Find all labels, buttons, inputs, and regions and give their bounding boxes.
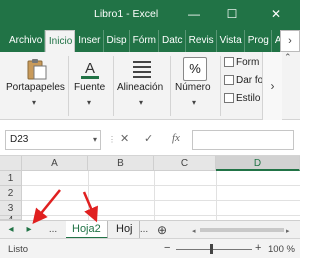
group-label-alineacion: Alineación xyxy=(117,82,164,93)
tab-disposicion[interactable]: Disp xyxy=(104,30,130,52)
conditional-format-label: Form xyxy=(236,57,260,68)
column-header-a[interactable]: A xyxy=(22,156,88,171)
conditional-format-item[interactable]: Form xyxy=(224,57,259,68)
sheet-next-button[interactable]: ▸ xyxy=(22,221,36,239)
tab-archivo[interactable]: Archivo xyxy=(0,30,45,52)
column-gridline xyxy=(216,171,217,220)
horizontal-scrollbar[interactable]: ◂ ▸ xyxy=(190,225,294,235)
ribbon-divider xyxy=(113,56,114,116)
tab-formulas[interactable]: Fórm xyxy=(130,30,159,52)
drag-handle-icon[interactable]: ⋮ xyxy=(108,135,116,144)
sheet-more-right-button[interactable]: ... xyxy=(136,221,152,239)
group-portapapeles[interactable]: Portapapeles ▾ xyxy=(4,52,68,120)
chevron-up-icon[interactable]: ⌃ xyxy=(284,52,292,63)
cancel-icon[interactable]: ✕ xyxy=(120,132,129,145)
format-as-table-label: Dar fo xyxy=(236,75,264,86)
chevron-down-icon: ▾ xyxy=(32,98,37,107)
group-label-portapapeles: Portapapeles xyxy=(6,82,65,93)
row-header-2[interactable]: 2 xyxy=(0,186,22,201)
enter-icon[interactable]: ✓ xyxy=(144,132,153,145)
column-header-b[interactable]: B xyxy=(88,156,154,171)
percent-icon: % xyxy=(183,57,207,81)
formula-bar: D23 ▾ ⋮ ✕ ✓ fx xyxy=(0,120,300,156)
clipboard-icon xyxy=(27,59,47,80)
zoom-out-button[interactable]: − xyxy=(164,242,170,254)
cell-styles-label: Estilo xyxy=(236,93,261,104)
sheet-prev-button[interactable]: ◂ xyxy=(4,221,18,239)
chevron-down-icon: ▾ xyxy=(87,98,92,107)
title-bar: Libro1 - Excel — ☐ ✕ xyxy=(0,0,300,30)
close-button[interactable]: ✕ xyxy=(268,6,284,22)
svg-text:▸: ▸ xyxy=(286,227,290,235)
chevron-down-icon[interactable]: ▾ xyxy=(93,131,97,149)
ribbon: Portapapeles ▾ A Fuente ▾ Alineación ▾ %… xyxy=(0,52,300,120)
zoom-level[interactable]: 100 % xyxy=(268,244,295,255)
column-gridline xyxy=(88,171,89,220)
status-ready: Listo xyxy=(8,244,29,255)
grid-row[interactable] xyxy=(22,171,300,186)
sheet-more-left-button[interactable]: ... xyxy=(44,221,62,239)
group-numero[interactable]: % Número ▾ xyxy=(172,52,218,120)
tab-programador[interactable]: Prog xyxy=(245,30,272,52)
grid-row[interactable] xyxy=(22,201,300,216)
font-color-icon: A xyxy=(81,60,99,79)
ribbon-divider xyxy=(68,56,69,116)
cell-styles-icon xyxy=(224,93,234,104)
sheet-tab-hoja2[interactable]: Hoja2 xyxy=(66,221,108,239)
zoom-slider-track[interactable] xyxy=(176,249,252,250)
chevron-down-icon: ▾ xyxy=(192,98,197,107)
minimize-button[interactable]: — xyxy=(186,6,202,22)
cell-styles-item[interactable]: Estilo xyxy=(224,93,260,104)
tab-insertar[interactable]: Inser xyxy=(75,30,104,52)
ribbon-scroll-right-button[interactable]: › xyxy=(262,52,282,120)
formula-input[interactable] xyxy=(192,130,294,150)
row-header-3[interactable]: 3 xyxy=(0,201,22,216)
svg-text:◂: ◂ xyxy=(192,227,196,235)
tab-scroll-right-button[interactable]: › xyxy=(280,30,300,52)
group-label-fuente: Fuente xyxy=(74,82,106,93)
status-bar: Listo − + 100 % xyxy=(0,238,300,258)
row-header-1[interactable]: 1 xyxy=(0,171,22,186)
insert-function-button[interactable]: fx xyxy=(172,132,180,144)
tab-revisar[interactable]: Revis xyxy=(186,30,217,52)
group-alineacion[interactable]: Alineación ▾ xyxy=(116,52,168,120)
format-as-table-item[interactable]: Dar fo xyxy=(224,75,263,86)
ribbon-tabs: Archivo Inicio Inser Disp Fórm Datc Revi… xyxy=(0,30,300,52)
tab-datos[interactable]: Datc xyxy=(159,30,186,52)
maximize-button[interactable]: ☐ xyxy=(224,6,240,22)
column-header-c[interactable]: C xyxy=(154,156,216,171)
sheet-tabs-bar: ◂ ▸ ... Hoja2 Hoj ... ⊕ ◂ ▸ xyxy=(0,220,300,239)
window-title: Libro1 - Excel xyxy=(94,8,159,20)
tab-vista[interactable]: Vista xyxy=(217,30,245,52)
name-box-value: D23 xyxy=(10,134,29,145)
zoom-in-button[interactable]: + xyxy=(255,242,261,254)
ribbon-divider xyxy=(220,56,221,116)
name-box[interactable]: D23 ▾ xyxy=(5,130,101,150)
tab-inicio[interactable]: Inicio xyxy=(44,30,76,52)
worksheet-grid[interactable]: A B C D 1 2 3 4 xyxy=(0,156,300,220)
table-icon xyxy=(224,75,234,86)
conditional-format-icon xyxy=(224,57,234,68)
column-gridline xyxy=(154,171,155,220)
group-fuente[interactable]: A Fuente ▾ xyxy=(70,52,110,120)
align-icon xyxy=(133,61,151,78)
grid-row[interactable] xyxy=(22,186,300,201)
column-header-d[interactable]: D xyxy=(216,156,300,171)
chevron-down-icon: ▾ xyxy=(139,98,144,107)
select-all-corner[interactable] xyxy=(0,156,22,171)
svg-text:A: A xyxy=(85,60,95,77)
zoom-slider-thumb[interactable] xyxy=(210,244,213,254)
group-label-numero: Número xyxy=(175,82,211,93)
ribbon-divider xyxy=(170,56,171,116)
add-sheet-button[interactable]: ⊕ xyxy=(154,221,170,239)
